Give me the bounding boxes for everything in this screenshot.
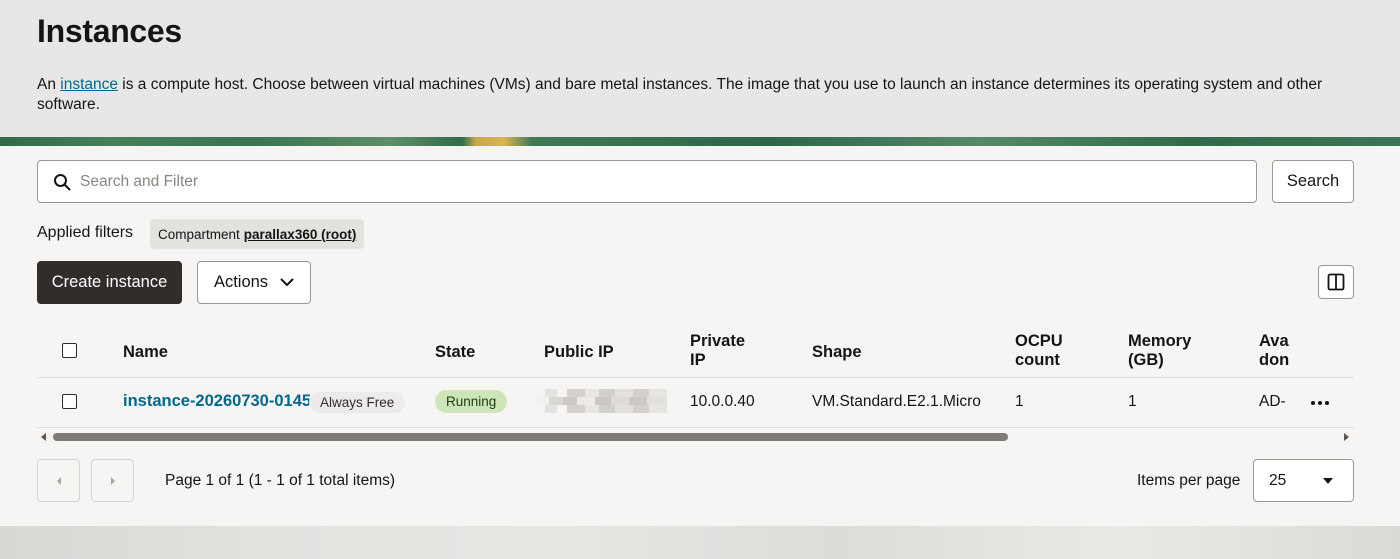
search-filter-box[interactable] <box>37 160 1257 203</box>
decorative-banner <box>0 137 1400 146</box>
private-ip-cell: 10.0.0.40 <box>690 393 755 410</box>
ocpu-cell: 1 <box>1015 393 1024 410</box>
filter-chip-value[interactable]: parallax360 (root) <box>244 227 357 242</box>
footer-background <box>0 526 1400 559</box>
column-header-name[interactable]: Name <box>123 343 168 362</box>
pagination-info: Page 1 of 1 (1 - 1 of 1 total items) <box>165 472 396 489</box>
column-header-state[interactable]: State <box>435 343 475 362</box>
public-ip-redacted <box>537 389 667 413</box>
header-line: Private <box>690 332 746 350</box>
filter-chip-compartment[interactable]: Compartment parallax360 (root) <box>150 219 365 249</box>
header-line: count <box>1015 351 1060 369</box>
items-per-page-value: 25 <box>1269 472 1287 489</box>
table-header-row: Name State Public IP Private IP Shape OCP… <box>37 320 1354 378</box>
status-badge: Running <box>435 390 508 413</box>
caret-down-icon <box>1323 478 1333 484</box>
column-header-memory[interactable]: Memory (GB) <box>1128 332 1191 370</box>
search-icon <box>54 174 71 191</box>
search-button[interactable]: Search <box>1272 160 1354 203</box>
chevron-down-icon <box>280 278 294 286</box>
table-row: instance-20260730-0145 Always Free Runni… <box>37 378 1354 428</box>
create-instance-button[interactable]: Create instance <box>37 261 182 304</box>
items-per-page-label: Items per page <box>1137 472 1241 489</box>
items-per-page-select[interactable]: 25 <box>1253 459 1354 502</box>
column-header-availability-domain[interactable]: Ava don <box>1259 332 1289 370</box>
header-line: don <box>1259 351 1290 369</box>
header-line: Memory <box>1128 332 1192 350</box>
scroll-left-icon[interactable] <box>39 432 49 442</box>
page-description: An instance is a compute host. Choose be… <box>37 75 1357 114</box>
chevron-right-icon <box>110 476 115 485</box>
instance-name-cell: instance-20260730-0145 <box>123 392 311 411</box>
chevron-left-icon <box>56 476 61 485</box>
header-line: IP <box>690 351 706 369</box>
page-title: Instances <box>37 13 182 49</box>
instances-table: Name State Public IP Private IP Shape OCP… <box>37 320 1354 430</box>
instance-name-link[interactable]: instance-20260730-0145 <box>123 392 311 410</box>
header-line: (GB) <box>1128 351 1164 369</box>
select-all-checkbox[interactable] <box>62 343 77 358</box>
instance-help-link[interactable]: instance <box>60 76 118 93</box>
availability-domain-cell: AD- <box>1259 393 1286 410</box>
next-page-button[interactable] <box>91 459 134 502</box>
more-actions-icon[interactable] <box>1307 393 1333 413</box>
applied-filters-label: Applied filters <box>37 224 134 241</box>
header-line: Ava <box>1259 332 1289 350</box>
search-input[interactable] <box>80 162 1240 201</box>
always-free-badge: Always Free <box>309 392 406 413</box>
row-checkbox[interactable] <box>62 394 77 409</box>
page-header: Instances An instance is a compute host.… <box>0 0 1400 137</box>
scrollbar-thumb[interactable] <box>53 433 1008 441</box>
filter-chip-key: Compartment <box>158 226 240 242</box>
scroll-right-icon[interactable] <box>1341 432 1351 442</box>
intro-suffix: is a compute host. Choose between virtua… <box>37 76 1323 113</box>
actions-label: Actions <box>213 273 269 291</box>
shape-cell: VM.Standard.E2.1.Micro <box>812 393 981 410</box>
intro-prefix: An <box>37 76 61 93</box>
previous-page-button[interactable] <box>37 459 80 502</box>
actions-menu-button[interactable]: Actions <box>197 261 311 304</box>
column-header-private-ip[interactable]: Private IP <box>690 332 745 370</box>
manage-columns-button[interactable] <box>1318 265 1354 299</box>
memory-cell: 1 <box>1128 393 1137 410</box>
column-header-ocpu-count[interactable]: OCPU count <box>1015 332 1063 370</box>
columns-icon <box>1327 273 1345 291</box>
column-header-shape[interactable]: Shape <box>812 343 862 362</box>
column-header-public-ip[interactable]: Public IP <box>544 343 614 362</box>
header-line: OCPU <box>1015 332 1063 350</box>
